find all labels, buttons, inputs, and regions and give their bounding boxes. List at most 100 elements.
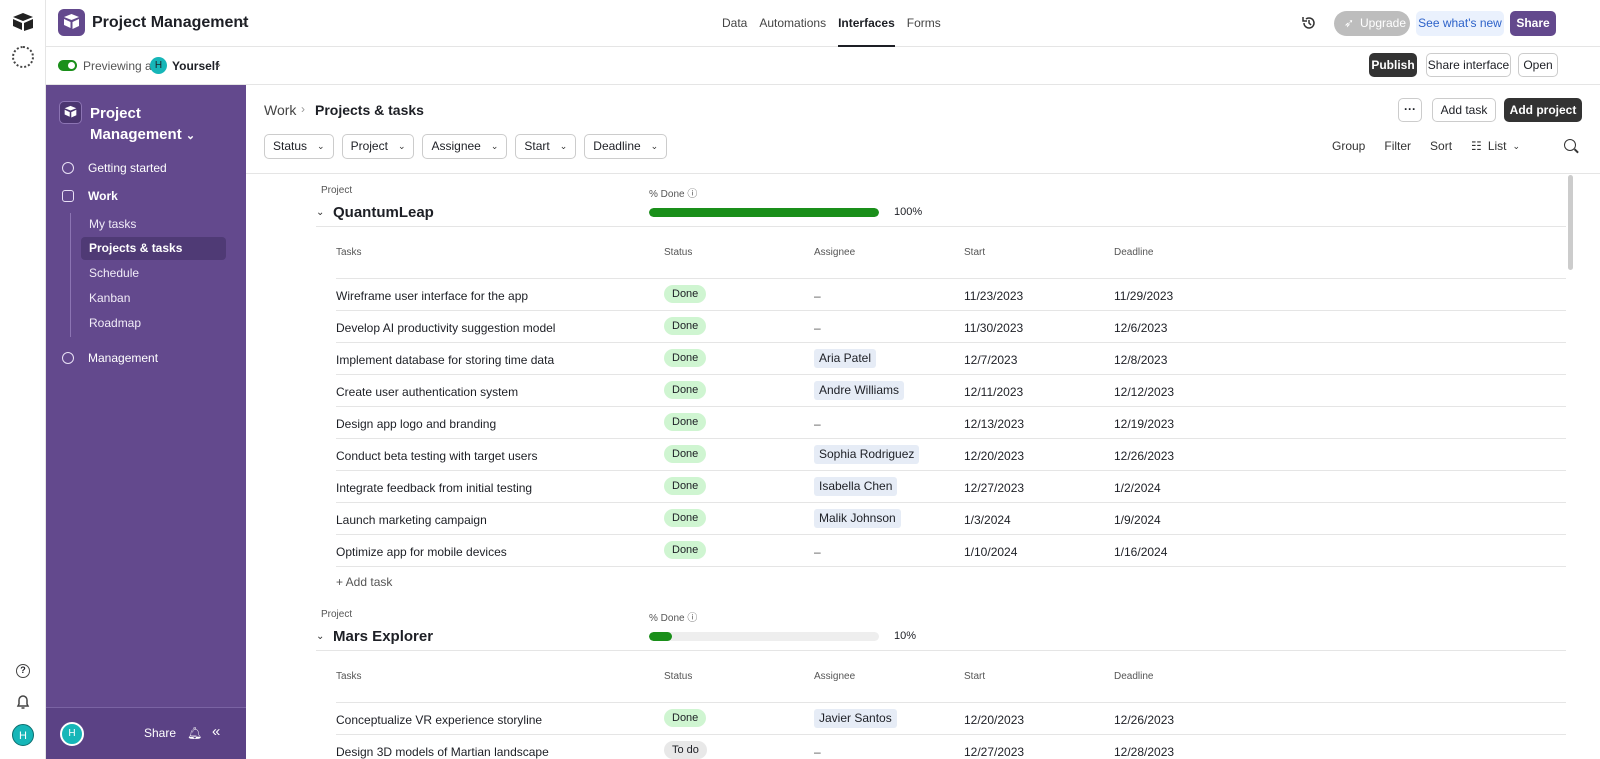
filter-label: Start [524,139,550,153]
tab-automations[interactable]: Automations [759,0,826,47]
search-icon[interactable] [1564,139,1576,151]
filter-start[interactable]: Start ⌄ [515,134,577,159]
left-rail: ? H [0,0,46,759]
sidebar: Project Management ⌄ Getting started Wor… [46,85,246,759]
status-badge: Done [664,317,707,335]
app-title[interactable]: Project Management [92,14,248,32]
filter-button[interactable]: Filter [1384,139,1411,153]
status-badge: Done [664,541,707,559]
deadline-date: 12/26/2023 [1114,713,1175,727]
help-icon[interactable]: ? [16,664,30,678]
table-row[interactable]: Implement database for storing time data… [336,342,1566,375]
breadcrumb-parent[interactable]: Work [264,102,296,118]
assignee-chip: – [814,289,821,303]
sidebar-item-schedule[interactable]: Schedule [81,262,226,285]
preview-toggle[interactable] [58,60,77,71]
task-name[interactable]: Launch marketing campaign [336,513,487,527]
tasks-header: Tasks [336,247,362,258]
filter-label: Status [273,139,308,153]
tab-data[interactable]: Data [722,0,747,47]
task-name[interactable]: Wireframe user interface for the app [336,289,528,303]
sidebar-item-getting-started[interactable]: Getting started [62,161,167,175]
deadline-date: 1/16/2024 [1114,545,1168,559]
preview-user[interactable]: Yourself [172,59,219,73]
sidebar-item-projects-tasks[interactable]: Projects & tasks [81,237,226,260]
task-name[interactable]: Create user authentication system [336,385,518,399]
project-name[interactable]: Mars Explorer [333,628,433,645]
filter-label: Project [350,139,388,153]
share-button[interactable]: Share [1510,11,1556,36]
filter-project[interactable]: Project ⌄ [341,134,415,159]
table-row[interactable]: Create user authentication system Done A… [336,374,1566,407]
table-row[interactable]: Optimize app for mobile devices Done – 1… [336,534,1566,567]
filter-deadline[interactable]: Deadline ⌄ [584,134,668,159]
task-name[interactable]: Integrate feedback from initial testing [336,481,532,495]
table-row[interactable]: Design 3D models of Martian landscape To… [336,734,1566,759]
add-task-button[interactable]: Add task [1432,98,1496,122]
chevron-down-icon[interactable]: ⌄ [316,207,324,218]
task-name[interactable]: Conceptualize VR experience storyline [336,713,542,727]
deadline-header: Deadline [1114,247,1154,258]
table-row[interactable]: Develop AI productivity suggestion model… [336,310,1566,343]
more-options-button[interactable]: ··· [1398,98,1422,122]
airtable-logo-icon[interactable] [12,12,34,32]
sidebar-item-kanban[interactable]: Kanban [81,287,226,310]
status-header: Status [664,247,693,258]
start-date: 11/30/2023 [964,321,1024,335]
task-name[interactable]: Optimize app for mobile devices [336,545,507,559]
add-project-button[interactable]: Add project [1504,98,1582,122]
view-type-button[interactable]: ☷ List ⌄ [1471,139,1520,153]
sidebar-item-my-tasks[interactable]: My tasks [81,213,226,236]
deadline-date: 12/28/2023 [1114,745,1175,759]
deadline-date: 1/9/2024 [1114,513,1161,527]
history-icon[interactable] [1300,14,1318,32]
sidebar-title[interactable]: Project Management ⌄ [90,103,200,147]
sidebar-item-roadmap[interactable]: Roadmap [81,312,226,335]
deadline-date: 12/19/2023 [1114,417,1175,431]
open-button[interactable]: Open [1518,53,1558,77]
table-row[interactable]: Launch marketing campaign Done Malik Joh… [336,502,1566,535]
deadline-date: 1/2/2024 [1114,481,1161,495]
group-button[interactable]: Group [1332,139,1365,153]
tab-interfaces[interactable]: Interfaces [838,0,895,47]
task-name[interactable]: Design app logo and branding [336,417,496,431]
task-name[interactable]: Develop AI productivity suggestion model [336,321,555,335]
interface-icon [59,101,82,124]
publish-button[interactable]: Publish [1369,53,1417,77]
filter-status[interactable]: Status ⌄ [264,134,334,159]
pct-done-column-label: % Done ⓘ [649,189,698,200]
share-interface-button[interactable]: Share interface [1426,53,1511,77]
table-row[interactable]: Wireframe user interface for the app Don… [336,278,1566,311]
chevron-down-icon[interactable]: ⌄ [238,14,248,28]
filter-assignee[interactable]: Assignee ⌄ [422,134,508,159]
avatar[interactable]: H [60,722,84,746]
main-nav: Data Automations Interfaces Forms [722,0,941,47]
table-row[interactable]: Integrate feedback from initial testing … [336,470,1566,503]
whats-new-button[interactable]: See what's new [1416,11,1504,36]
notifications-icon[interactable] [14,693,32,711]
project-name[interactable]: QuantumLeap [333,204,434,221]
table-row[interactable]: Conduct beta testing with target users D… [336,438,1566,471]
task-name[interactable]: Conduct beta testing with target users [336,449,537,463]
table-row[interactable]: Conceptualize VR experience storyline Do… [336,702,1566,735]
collapse-sidebar-icon[interactable]: « [212,723,220,740]
tab-forms[interactable]: Forms [907,0,941,47]
deadline-date: 12/26/2023 [1114,449,1175,463]
account-avatar[interactable]: H [12,724,34,746]
sidebar-item-management[interactable]: Management [62,351,158,365]
pct-done-column-label: % Done ⓘ [649,613,698,624]
start-date: 12/20/2023 [964,449,1025,463]
bell-icon[interactable]: 🔔︎ [187,726,202,740]
table-row[interactable]: Design app logo and branding Done – 12/1… [336,406,1566,439]
scrollbar[interactable] [1568,175,1573,270]
add-task-link[interactable]: + Add task [336,575,392,589]
task-name[interactable]: Implement database for storing time data [336,353,554,367]
chevron-down-icon[interactable]: ⌄ [214,59,222,70]
task-name[interactable]: Design 3D models of Martian landscape [336,745,549,759]
chevron-down-icon[interactable]: ⌄ [316,631,324,642]
upgrade-button[interactable]: ➶ Upgrade [1334,11,1410,36]
sidebar-item-work[interactable]: Work [62,189,118,203]
sort-button[interactable]: Sort [1430,139,1452,153]
workspace-icon[interactable] [12,46,34,68]
sidebar-share-button[interactable]: Share [144,726,176,740]
